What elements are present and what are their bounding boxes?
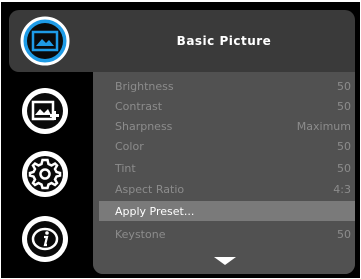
menu-item-keystone[interactable]: Keystone 50 xyxy=(99,224,355,244)
menu-item-label: Tint xyxy=(115,161,136,175)
menu-item-aspect-ratio[interactable]: Aspect Ratio 4:3 xyxy=(99,179,355,199)
menu-item-tint[interactable]: Tint 50 xyxy=(99,158,355,178)
menu-item-value: 4:3 xyxy=(333,182,351,196)
sidebar xyxy=(1,2,93,278)
sidebar-item-advanced-picture[interactable] xyxy=(19,85,71,137)
menu-item-value: 50 xyxy=(337,99,351,113)
menu-item-value: 50 xyxy=(337,227,351,241)
menu-item-contrast[interactable]: Contrast 50 xyxy=(99,96,355,116)
advanced-picture-icon xyxy=(22,88,68,134)
menu-item-label: Apply Preset... xyxy=(115,204,195,218)
menu-item-label: Aspect Ratio xyxy=(115,182,185,196)
menu-item-label: Keystone xyxy=(115,227,166,241)
menu-item-sharpness[interactable]: Sharpness Maximum xyxy=(99,116,355,136)
menu-item-label: Contrast xyxy=(115,99,163,113)
info-icon xyxy=(22,216,68,262)
menu-item-label: Sharpness xyxy=(115,119,173,133)
menu-list: Brightness 50 Contrast 50 Sharpness Maxi… xyxy=(93,72,355,274)
menu-item-value: 50 xyxy=(337,79,351,93)
settings-gear-icon xyxy=(22,151,68,197)
menu-panel: Basic Picture Brightness 50 Contrast 50 … xyxy=(93,10,355,274)
menu-item-value: 50 xyxy=(337,139,351,153)
menu-item-brightness[interactable]: Brightness 50 xyxy=(99,76,355,96)
osd-menu: Basic Picture Brightness 50 Contrast 50 … xyxy=(1,2,360,278)
menu-item-apply-preset[interactable]: Apply Preset... xyxy=(99,201,355,221)
sidebar-item-info[interactable] xyxy=(19,213,71,265)
panel-title: Basic Picture xyxy=(176,34,272,48)
menu-item-label: Brightness xyxy=(115,79,174,93)
scroll-down-arrow-icon[interactable] xyxy=(214,257,236,265)
menu-item-value: Maximum xyxy=(296,119,351,133)
sidebar-item-picture[interactable] xyxy=(19,15,71,67)
menu-item-value: 50 xyxy=(337,161,351,175)
menu-item-color[interactable]: Color 50 xyxy=(99,136,355,156)
menu-item-label: Color xyxy=(115,139,144,153)
picture-icon xyxy=(20,16,70,66)
sidebar-item-settings[interactable] xyxy=(19,148,71,200)
